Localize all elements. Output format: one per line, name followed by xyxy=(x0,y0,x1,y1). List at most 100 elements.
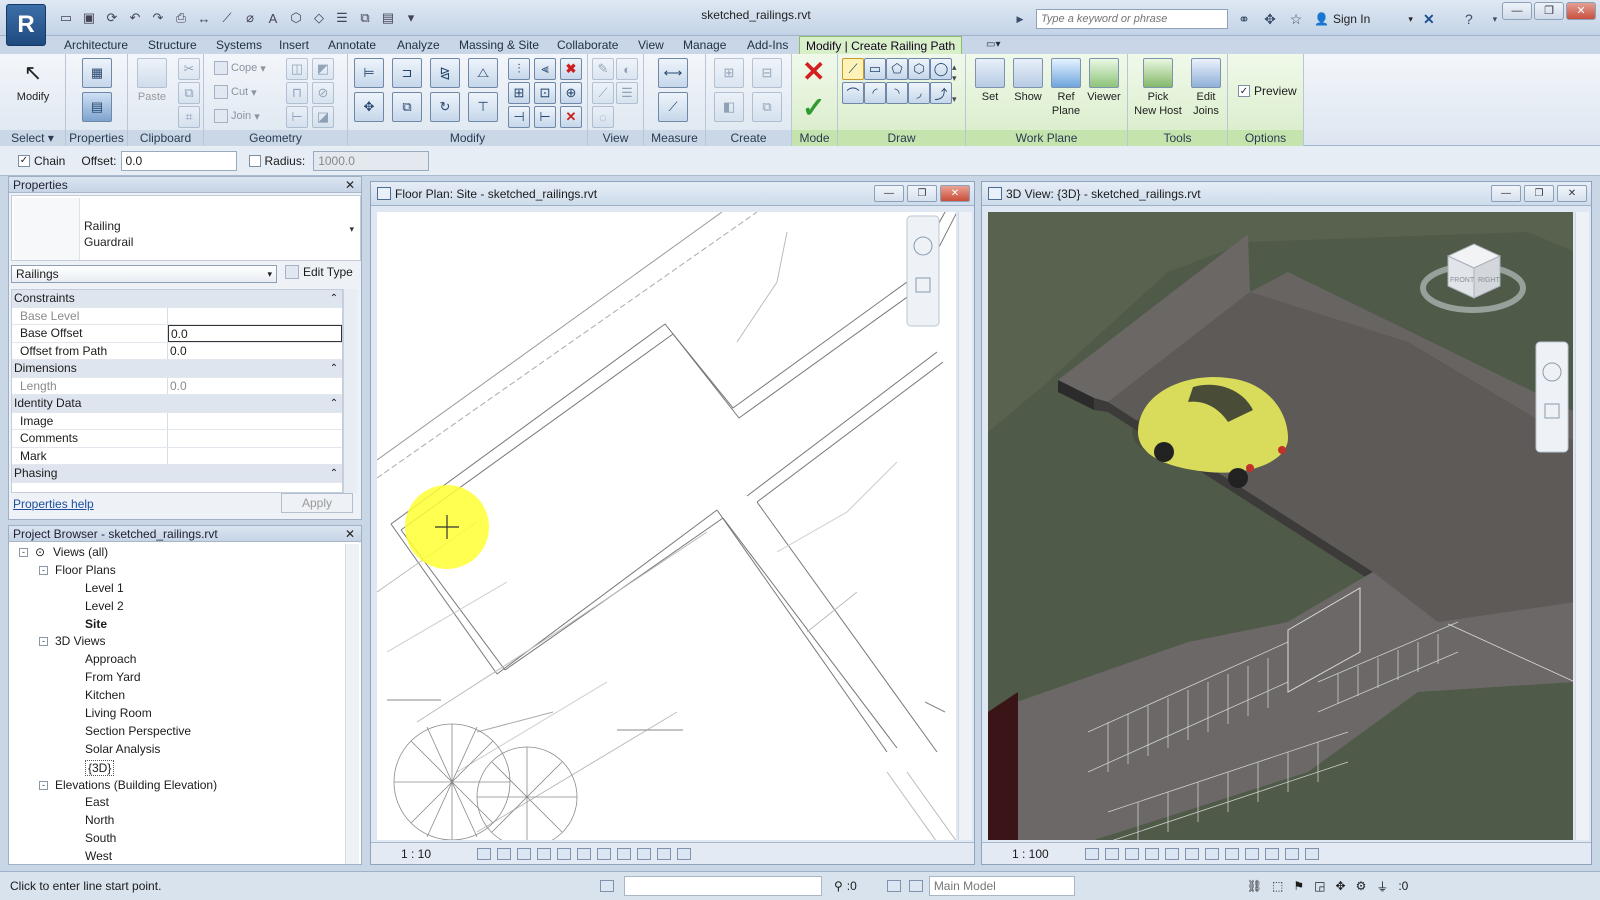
join-button[interactable]: Join ▾ xyxy=(214,108,260,124)
collapse-toggle-icon[interactable]: - xyxy=(39,780,48,790)
background-process-icon[interactable]: ⚙ xyxy=(1356,879,1367,893)
panel-select-label[interactable]: Select ▾ xyxy=(0,130,65,146)
match-properties-icon[interactable]: ⌗ xyxy=(178,106,200,128)
collapse-icon[interactable]: ⌃ xyxy=(326,360,342,377)
radius-input[interactable]: 1000.0 xyxy=(313,150,430,171)
unlocked-view-icon[interactable] xyxy=(1224,847,1239,860)
subscription-icon[interactable]: ✥ xyxy=(1260,9,1280,29)
trim-multiple-icon[interactable]: ⊣ xyxy=(508,106,530,128)
drag-elements-icon[interactable]: ✥ xyxy=(1336,879,1346,893)
rotate-icon[interactable]: ↻ xyxy=(430,92,460,122)
unjoin-icon[interactable]: ⊢ xyxy=(286,106,308,128)
tree-node[interactable]: From Yard xyxy=(9,669,345,687)
create-group-icon[interactable]: ⊞ xyxy=(714,58,744,88)
collapse-toggle-icon[interactable]: - xyxy=(39,565,48,575)
preview-checkbox[interactable]: ✓ Preview xyxy=(1238,84,1297,98)
mirror-draw-icon[interactable]: ⧍ xyxy=(468,58,498,88)
view-scale[interactable]: 1 : 10 xyxy=(401,847,431,861)
binoculars-icon[interactable]: ⚭ xyxy=(1234,9,1254,29)
viewer-button[interactable]: Viewer xyxy=(1082,58,1126,104)
close-icon[interactable]: ✕ xyxy=(345,177,355,193)
inscribed-polygon-icon[interactable]: ⬠ xyxy=(886,58,908,80)
linework-icon[interactable]: ⟋ xyxy=(592,82,614,104)
edit-type-button[interactable]: Edit Type xyxy=(285,265,353,279)
delete-icon[interactable]: ✕ xyxy=(560,106,582,128)
center-ends-arc-icon[interactable]: ◜ xyxy=(864,82,886,104)
active-workset-dropdown[interactable] xyxy=(624,876,822,896)
show-crop-icon[interactable] xyxy=(1204,847,1219,860)
view-scale[interactable]: 1 : 100 xyxy=(1012,847,1049,861)
ribbon-minimize-icon[interactable]: ▭▾ xyxy=(984,36,1002,54)
override-graphics-icon[interactable]: ✎ xyxy=(592,58,614,80)
close-view-button[interactable]: ✕ xyxy=(1557,185,1587,202)
edit-joins-button[interactable]: Edit Joins xyxy=(1184,58,1228,118)
paste-button[interactable]: Paste xyxy=(130,58,174,104)
tab-view[interactable]: View xyxy=(636,36,666,54)
tree-node[interactable]: - ⊙ Views (all) xyxy=(9,544,345,562)
property-group[interactable]: Dimensions ⌃ xyxy=(12,360,342,378)
copy-icon[interactable]: ⧉ xyxy=(178,82,200,104)
move-icon[interactable]: ✥ xyxy=(354,92,384,122)
instance-category-filter[interactable]: Railings ▾ xyxy=(11,265,277,283)
shadows-icon[interactable] xyxy=(1144,847,1159,860)
property-value[interactable]: 0.0 xyxy=(168,343,342,360)
select-by-face-icon[interactable]: ◲ xyxy=(1314,879,1325,893)
minimize-view-button[interactable]: — xyxy=(874,185,904,202)
restore-button[interactable]: ❐ xyxy=(1534,2,1564,20)
project-browser-scrollbar[interactable] xyxy=(345,544,359,864)
tree-node[interactable]: Site xyxy=(9,616,345,634)
tab-systems[interactable]: Systems xyxy=(214,36,264,54)
crop-view-icon[interactable] xyxy=(557,847,572,860)
property-group[interactable]: Phasing ⌃ xyxy=(12,465,342,483)
close-view-button[interactable]: ✕ xyxy=(940,185,970,202)
tree-node[interactable]: Kitchen xyxy=(9,687,345,705)
create-assembly-icon[interactable]: ◧ xyxy=(714,92,744,122)
minimize-button[interactable]: — xyxy=(1502,2,1532,20)
exchange-apps-icon[interactable]: ✕ xyxy=(1419,9,1439,29)
application-menu-button[interactable]: R xyxy=(6,4,46,46)
array-icon[interactable]: ⊞ xyxy=(508,82,530,104)
temporary-hide-icon[interactable] xyxy=(597,847,612,860)
modify-button[interactable]: ↖ Modify xyxy=(11,58,55,104)
sign-in-button[interactable]: 👤 Sign In ▾ xyxy=(1314,12,1413,26)
tree-node[interactable]: - Floor Plans xyxy=(9,562,345,580)
remove-paint-icon[interactable]: ◪ xyxy=(312,106,334,128)
scale-icon[interactable]: ⊡ xyxy=(534,82,556,104)
create-similar-icon[interactable]: ⊟ xyxy=(752,58,782,88)
tree-node[interactable]: Approach xyxy=(9,651,345,669)
property-value[interactable]: 0.0 xyxy=(168,325,342,342)
reveal-hidden-icon[interactable] xyxy=(1264,847,1279,860)
collapse-toggle-icon[interactable]: - xyxy=(19,548,28,557)
fillet-arc-icon[interactable]: ◞ xyxy=(908,82,930,104)
navigation-bar[interactable] xyxy=(906,215,940,327)
editable-only-icon[interactable]: ⚲ xyxy=(834,879,843,893)
tree-node[interactable]: {3D} xyxy=(9,759,345,777)
copy-element-icon[interactable]: ⧉ xyxy=(392,92,422,122)
help-icon[interactable]: ? xyxy=(1459,9,1479,29)
design-option-dropdown[interactable]: Main Model xyxy=(928,876,1075,896)
favorites-star-icon[interactable]: ☆ xyxy=(1286,9,1306,29)
highlight-displacement-icon[interactable] xyxy=(657,847,672,860)
navigation-bar[interactable] xyxy=(1535,341,1569,453)
circumscribed-polygon-icon[interactable]: ⬡ xyxy=(908,58,930,80)
search-input[interactable] xyxy=(1036,9,1228,29)
restore-view-button[interactable]: ❐ xyxy=(907,185,937,202)
sun-path-icon[interactable] xyxy=(1124,847,1139,860)
crop-view-icon[interactable] xyxy=(1184,847,1199,860)
3d-canvas[interactable]: FRONT RIGHT xyxy=(988,212,1573,840)
select-underlay-icon[interactable]: ⬚ xyxy=(1272,879,1283,893)
tree-node[interactable]: North xyxy=(9,812,345,830)
select-links-icon[interactable]: ⛓ xyxy=(1247,879,1262,893)
temp-hide-icon[interactable]: ◌ xyxy=(592,106,614,128)
tab-structure[interactable]: Structure xyxy=(146,36,199,54)
pick-new-host-button[interactable]: Pick New Host xyxy=(1130,58,1186,118)
tab-analyze[interactable]: Analyze xyxy=(395,36,442,54)
tab-modify-create-railing-path[interactable]: Modify | Create Railing Path xyxy=(799,36,963,54)
trim-single-icon[interactable]: ⊢ xyxy=(534,106,556,128)
collapse-toggle-icon[interactable]: - xyxy=(39,637,48,647)
tree-node[interactable]: Living Room xyxy=(9,705,345,723)
filter-icon[interactable]: ⏚ xyxy=(1376,878,1388,895)
shadows-icon[interactable] xyxy=(537,847,552,860)
analysis-display-icon[interactable] xyxy=(637,847,652,860)
pick-lines-icon[interactable]: ⤴ xyxy=(930,82,952,104)
